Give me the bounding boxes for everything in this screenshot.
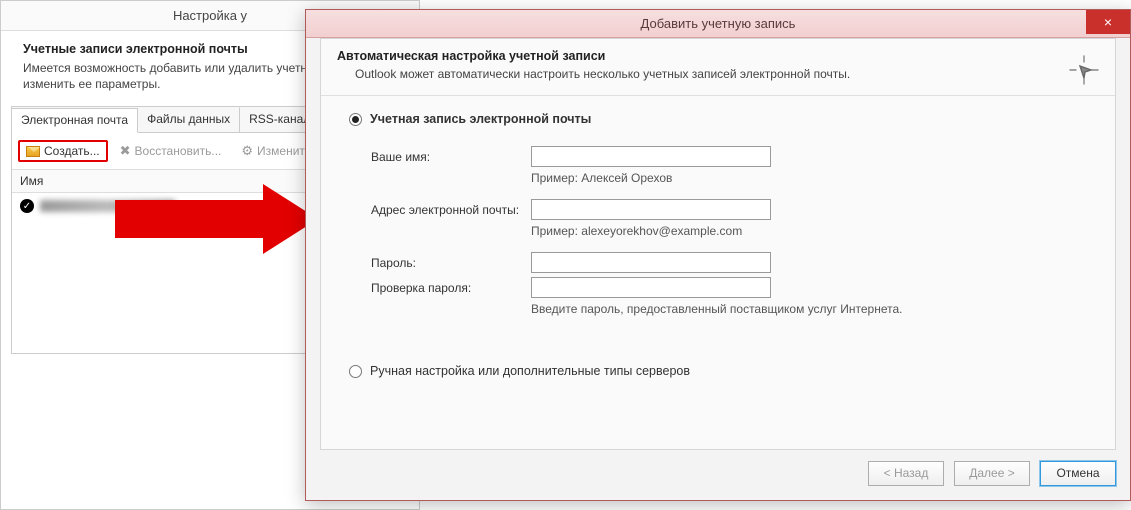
dialog-footer: < Назад Далее > Отмена xyxy=(320,456,1116,490)
default-account-icon: ✓ xyxy=(20,199,34,213)
radio-email-account[interactable]: Учетная запись электронной почты xyxy=(349,112,1087,126)
cursor-icon xyxy=(1067,53,1101,90)
tab-data-files[interactable]: Файлы данных xyxy=(138,107,240,132)
dialog-body: Автоматическая настройка учетной записи … xyxy=(320,38,1116,450)
restore-account-button[interactable]: ✖ Восстановить... xyxy=(112,139,230,163)
dialog-subheading: Outlook может автоматически настроить не… xyxy=(355,67,1099,81)
radio-email-label: Учетная запись электронной почты xyxy=(370,112,591,126)
radio-manual-setup[interactable]: Ручная настройка или дополнительные типы… xyxy=(349,364,1087,378)
create-label: Создать... xyxy=(44,144,100,158)
name-hint: Пример: Алексей Орехов xyxy=(531,171,1087,185)
close-button[interactable]: × xyxy=(1086,10,1130,34)
dialog-heading: Автоматическая настройка учетной записи xyxy=(337,49,605,63)
password-input[interactable] xyxy=(531,252,771,273)
password2-label: Проверка пароля: xyxy=(371,281,531,295)
settings-heading: Учетные записи электронной почты xyxy=(23,42,248,56)
next-button[interactable]: Далее > xyxy=(954,461,1030,486)
close-icon: × xyxy=(1104,14,1112,30)
name-input[interactable] xyxy=(531,146,771,167)
cancel-button[interactable]: Отмена xyxy=(1040,461,1116,486)
tab-email[interactable]: Электронная почта xyxy=(12,108,138,133)
create-account-button[interactable]: Создать... xyxy=(18,140,108,162)
account-form: Ваше имя: Пример: Алексей Орехов Адрес э… xyxy=(371,146,1087,316)
mail-icon xyxy=(26,146,40,157)
password-label: Пароль: xyxy=(371,256,531,270)
dialog-content: Учетная запись электронной почты Ваше им… xyxy=(321,96,1115,408)
back-button[interactable]: < Назад xyxy=(868,461,944,486)
gear-icon: ⚙ xyxy=(241,143,253,159)
dialog-titlebar[interactable]: Добавить учетную запись × xyxy=(306,10,1130,38)
email-input[interactable] xyxy=(531,199,771,220)
password-confirm-input[interactable] xyxy=(531,277,771,298)
name-label: Ваше имя: xyxy=(371,150,531,164)
email-label: Адрес электронной почты: xyxy=(371,203,531,217)
radio-icon xyxy=(349,113,362,126)
email-hint: Пример: alexeyorekhov@example.com xyxy=(531,224,1087,238)
account-email-text xyxy=(40,200,175,212)
restore-label: Восстановить... xyxy=(135,144,222,158)
dialog-title: Добавить учетную запись xyxy=(641,16,796,31)
radio-manual-label: Ручная настройка или дополнительные типы… xyxy=(370,364,690,378)
radio-icon xyxy=(349,365,362,378)
password-hint: Введите пароль, предоставленный поставщи… xyxy=(531,302,1087,316)
dialog-header: Автоматическая настройка учетной записи … xyxy=(321,39,1115,96)
wrench-icon: ✖ xyxy=(120,143,131,159)
add-account-dialog: Добавить учетную запись × Автоматическая… xyxy=(305,9,1131,501)
